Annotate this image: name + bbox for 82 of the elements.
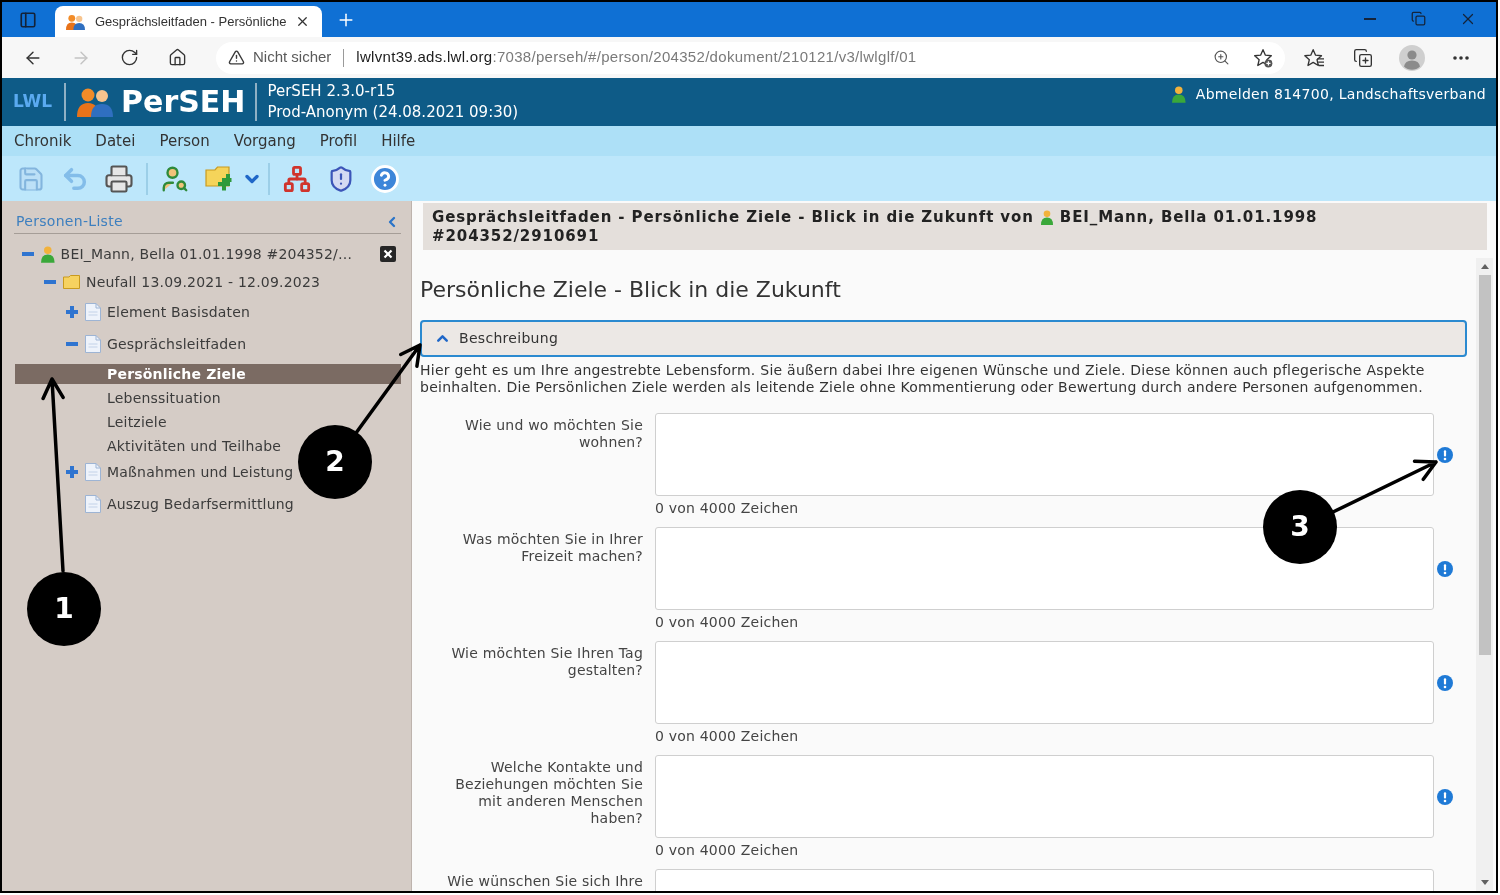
tree-item[interactable]: Gesprächsleitfaden bbox=[66, 328, 247, 360]
tree-item[interactable]: BEI_Mann, Bella 01.01.1998 #204352/… bbox=[15, 240, 401, 268]
tree-item[interactable]: Persönliche Ziele bbox=[15, 364, 401, 384]
exclamation-icon[interactable] bbox=[1437, 446, 1453, 463]
description-toggle[interactable]: Beschreibung bbox=[420, 320, 1467, 357]
tree-item[interactable]: Lebenssituation bbox=[107, 388, 221, 408]
star-plus-icon[interactable] bbox=[1253, 47, 1273, 68]
expand-icon[interactable] bbox=[66, 466, 78, 478]
answer-field[interactable] bbox=[655, 641, 1434, 724]
browser-tab[interactable]: Gesprächsleitfaden - Persönliche bbox=[55, 6, 322, 37]
menu-item[interactable]: Chronik bbox=[2, 129, 84, 153]
folder-icon bbox=[63, 275, 80, 289]
avatar-icon bbox=[1398, 44, 1425, 71]
document-icon bbox=[85, 463, 101, 481]
exclamation-icon[interactable] bbox=[1437, 560, 1453, 577]
tree-item[interactable]: Aktivitäten und Teilhabe bbox=[107, 436, 282, 456]
warning-icon bbox=[228, 49, 245, 66]
menu-item[interactable]: Vorgang bbox=[221, 129, 308, 153]
exclamation-icon[interactable] bbox=[1437, 674, 1453, 691]
document-icon bbox=[85, 335, 101, 353]
folder-plus-icon bbox=[204, 165, 234, 192]
tree-item[interactable]: Maßnahmen und Leistung bbox=[66, 456, 294, 488]
scrollbar-thumb[interactable] bbox=[1478, 275, 1491, 655]
question-label: Wie wünschen Sie sich Ihre bbox=[447, 873, 643, 890]
user-icon bbox=[1172, 86, 1186, 103]
panel-icon bbox=[19, 10, 37, 29]
case-number: #204352/2910691 bbox=[432, 227, 600, 246]
star-list-icon bbox=[1302, 47, 1325, 68]
exclamation-icon[interactable] bbox=[1437, 788, 1453, 805]
character-counter: 0 von 4000 Zeichen bbox=[655, 500, 799, 517]
page-heading: Gesprächsleitfaden - Persönliche Ziele - Blick in die Zukunft von bbox=[432, 208, 1034, 227]
app-name: PerSEH bbox=[121, 85, 246, 119]
answer-field[interactable] bbox=[655, 755, 1434, 838]
scroll-down-icon[interactable] bbox=[1480, 880, 1489, 885]
zoom-icon[interactable] bbox=[1213, 49, 1230, 66]
people-icon bbox=[66, 13, 85, 30]
version-text: PerSEH 2.3.0-r15 bbox=[267, 81, 397, 102]
scrollbar-track[interactable] bbox=[1476, 258, 1493, 891]
site-info-button[interactable]: Nicht sicher bbox=[228, 46, 332, 69]
description-text: Hier geht es um Ihre angestrebte Lebensform. Sie äußern dabei Ihre eigenen Wünsche und Ziele. Diese können auch pflegerische Aspekte beinhalten. Die Persönlichen Ziele werden als leitende Ziele ohne Kommentierung oder Bewertung durch andere Personen aufgenommen. bbox=[420, 362, 1426, 396]
restore-icon bbox=[1411, 11, 1426, 26]
menu-item[interactable]: Person bbox=[147, 129, 222, 153]
printer-icon bbox=[104, 163, 134, 194]
question-label: Welche Kontakte und Beziehungen möchten Sie mit anderen Menschen haben? bbox=[454, 759, 643, 827]
person-icon bbox=[41, 245, 55, 263]
close-icon[interactable] bbox=[380, 246, 396, 262]
question-label: Wie möchten Sie Ihren Tag gestalten? bbox=[450, 645, 643, 679]
environment-text: Prod-Anonym (24.08.2021 09:30) bbox=[267, 102, 519, 123]
logo-text: LWL bbox=[13, 90, 53, 114]
person-name: BEI_Mann, Bella 01.01.1998 bbox=[1059, 208, 1318, 227]
menu-item[interactable]: Hilfe bbox=[369, 129, 428, 153]
character-counter: 0 von 4000 Zeichen bbox=[655, 728, 799, 745]
help-icon bbox=[370, 163, 400, 194]
section-title: Persönliche Ziele - Blick in die Zukunft bbox=[420, 277, 842, 303]
close-icon[interactable] bbox=[295, 14, 310, 29]
tree-item[interactable]: Leitziele bbox=[107, 412, 167, 432]
tree-item[interactable]: Auszug Bedarfsermittlung bbox=[66, 488, 294, 520]
answer-field[interactable] bbox=[655, 413, 1434, 496]
network-icon bbox=[283, 164, 311, 193]
scroll-up-icon[interactable] bbox=[1480, 264, 1489, 269]
expand-icon[interactable] bbox=[66, 306, 78, 318]
document-icon bbox=[85, 303, 101, 321]
question-label: Was möchten Sie in Ihrer Freizeit machen? bbox=[461, 531, 643, 565]
person-icon bbox=[1040, 210, 1053, 225]
home-icon bbox=[167, 48, 187, 67]
minimize-icon bbox=[1363, 17, 1376, 20]
tree-item[interactable]: Neufall 13.09.2021 - 12.09.2023 bbox=[44, 268, 321, 296]
tree-item[interactable]: Element Basisdaten bbox=[66, 296, 251, 328]
more-icon bbox=[1452, 55, 1469, 60]
sidebar-title: Personen-Liste bbox=[15, 212, 123, 231]
character-counter: 0 von 4000 Zeichen bbox=[655, 842, 799, 859]
collections-icon bbox=[1352, 47, 1373, 68]
people-icon bbox=[77, 87, 114, 117]
logout-link[interactable]: Abmelden 814700, Landschaftsverband bbox=[1195, 84, 1486, 105]
url-text: lwlvnt39.ads.lwl.org:7038/perseh/#/person/204352/dokument/210121/v3/lwlglf/01 bbox=[356, 47, 917, 68]
question-label: Wie und wo möchten Sie wohnen? bbox=[463, 417, 643, 451]
menu-item[interactable]: Profil bbox=[307, 129, 370, 153]
reload-icon bbox=[119, 48, 139, 67]
document-icon bbox=[85, 495, 101, 513]
address-field[interactable]: Nicht sicher lwlvnt39.ads.lwl.org:7038/perseh/#/person/204352/dokument/210121/v3/lwlglf/01 bbox=[216, 41, 1285, 74]
character-counter: 0 von 4000 Zeichen bbox=[655, 614, 799, 631]
menu-item[interactable]: Datei bbox=[83, 129, 148, 153]
